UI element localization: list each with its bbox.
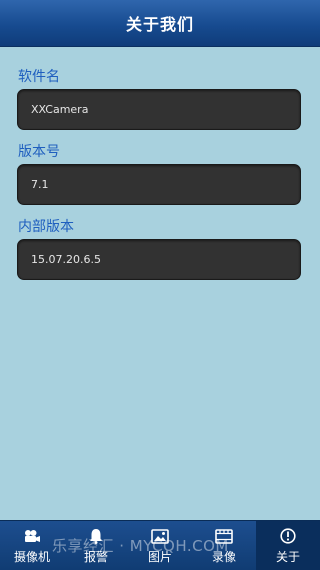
tab-alarm-label: 报警 xyxy=(83,550,108,564)
tab-pictures[interactable]: 图片 xyxy=(128,521,192,570)
tab-about[interactable]: 关于 xyxy=(256,521,320,570)
version-value: 7.1 xyxy=(31,178,49,191)
tab-recordings-label: 录像 xyxy=(211,550,236,564)
tab-recordings[interactable]: 录像 xyxy=(192,521,256,570)
internal-version-label: 内部版本 xyxy=(18,219,74,235)
internal-version-field: 15.07.20.6.5 xyxy=(17,239,301,280)
internal-version-value: 15.07.20.6.5 xyxy=(31,253,101,266)
info-icon xyxy=(279,528,297,544)
software-name-field: XXCamera xyxy=(17,89,301,130)
tab-pictures-label: 图片 xyxy=(147,550,172,564)
bottom-tab-bar: 摄像机 报警 图片 录像 关于 xyxy=(0,520,320,570)
picture-icon xyxy=(151,528,169,544)
page-title: 关于我们 xyxy=(125,15,194,34)
version-field: 7.1 xyxy=(17,164,301,205)
title-bar: 关于我们 xyxy=(0,0,320,47)
tab-alarm[interactable]: 报警 xyxy=(64,521,128,570)
camera-icon xyxy=(23,528,41,544)
software-name-value: XXCamera xyxy=(31,103,89,116)
alarm-bell-icon xyxy=(87,528,105,544)
video-record-icon xyxy=(215,528,233,544)
tab-about-label: 关于 xyxy=(275,550,300,564)
version-label: 版本号 xyxy=(18,144,60,160)
tab-camera[interactable]: 摄像机 xyxy=(0,521,64,570)
tab-camera-label: 摄像机 xyxy=(13,550,50,564)
software-name-label: 软件名 xyxy=(18,69,60,85)
